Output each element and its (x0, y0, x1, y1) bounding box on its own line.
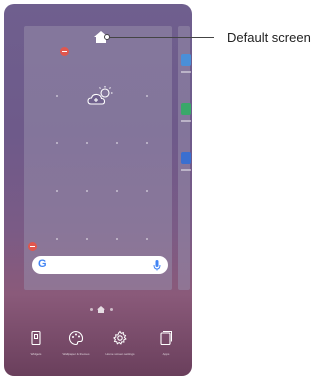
empty-slot-dot (56, 95, 58, 97)
google-search-bar[interactable] (32, 256, 168, 274)
apps-label: Apps (162, 352, 170, 356)
empty-slot-dot (116, 238, 118, 240)
callout-label: Default screen (227, 30, 311, 45)
empty-slot-dot (146, 95, 148, 97)
peek-app-label (181, 71, 191, 73)
peek-app-icon (181, 103, 191, 115)
page-indicator-dot[interactable] (110, 308, 113, 311)
empty-slot-dot (116, 190, 118, 192)
remove-page-icon[interactable] (60, 47, 69, 56)
peek-app-icon (181, 152, 191, 164)
gear-icon (113, 330, 127, 345)
wallpaper-themes-button[interactable]: Wallpaper & themes (56, 330, 96, 356)
empty-slot-dot (116, 142, 118, 144)
widgets-icon (31, 330, 41, 346)
home-screen-settings-button[interactable]: Home screen settings (100, 330, 140, 356)
google-logo: G (38, 258, 47, 270)
home-page-preview[interactable] (24, 26, 172, 290)
widgets-button[interactable]: Widgets (16, 330, 56, 356)
callout-anchor-dot (104, 34, 110, 40)
home-screen-settings-label: Home screen settings (105, 352, 135, 356)
empty-slot-dot (56, 142, 58, 144)
callout-leader-line (108, 37, 214, 38)
empty-slot-dot (86, 190, 88, 192)
empty-slot-dot (146, 238, 148, 240)
peek-app-label (181, 120, 191, 122)
widgets-label: Widgets (30, 352, 42, 356)
empty-slot-dot (146, 142, 148, 144)
weather-widget-icon[interactable] (86, 85, 116, 107)
palette-icon (68, 330, 84, 346)
peek-app-icon (181, 54, 191, 66)
remove-widget-icon[interactable] (28, 242, 37, 251)
empty-slot-dot (86, 238, 88, 240)
empty-slot-dot (56, 190, 58, 192)
wallpaper-themes-label: Wallpaper & themes (62, 352, 90, 356)
page-indicator-home-icon[interactable] (97, 306, 105, 313)
empty-slot-dot (146, 190, 148, 192)
empty-slot-dot (86, 142, 88, 144)
apps-button[interactable]: Apps (146, 330, 186, 356)
empty-slot-dot (56, 238, 58, 240)
mic-icon[interactable] (153, 259, 161, 271)
apps-icon (160, 331, 172, 346)
page-indicator-dot[interactable] (90, 308, 93, 311)
peek-app-label (181, 169, 191, 171)
